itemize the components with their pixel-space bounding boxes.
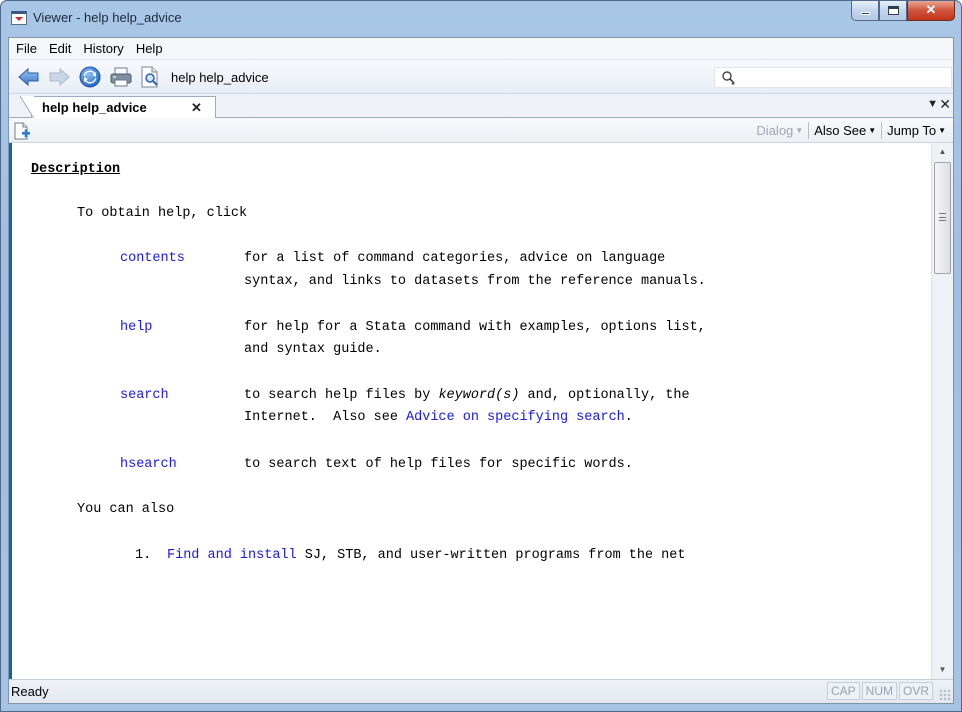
intro-text: To obtain help, click	[77, 206, 248, 221]
chevron-down-icon: ▼	[868, 126, 877, 135]
close-window-button[interactable]: ✕	[907, 1, 955, 21]
menu-file[interactable]: File	[10, 41, 43, 56]
also-intro-text: You can also	[77, 502, 175, 517]
minimize-button[interactable]	[851, 1, 879, 21]
contents-desc: for a list of command categories, advice…	[244, 251, 666, 266]
tab-help-help-advice[interactable]: help help_advice ✕	[20, 96, 216, 119]
jump-to-menu[interactable]: Jump To ▼	[882, 123, 951, 138]
chevron-down-icon: ▼	[795, 126, 804, 135]
key-indicators: CAP NUM OVR	[826, 682, 933, 700]
also-see-menu[interactable]: Also See ▼	[809, 123, 881, 138]
viewer-toolbar-menus: Dialog ▼ Also See ▼ Jump To ▼	[751, 122, 951, 139]
hsearch-desc: to search text of help files for specifi…	[244, 457, 633, 472]
maximize-button[interactable]	[879, 1, 907, 21]
tab-strip: help help_advice ✕ ▼ ✕	[9, 94, 953, 119]
numbered-item-text: SJ, STB, and user-written programs from …	[296, 548, 686, 563]
search-desc-cont-text: Internet. Also see	[244, 410, 407, 425]
help-document: Description To obtain help, click conten…	[9, 143, 931, 679]
dialog-menu[interactable]: Dialog ▼	[751, 123, 808, 138]
help-link[interactable]: help	[120, 320, 152, 335]
search-desc-text: to search help files by	[244, 388, 439, 403]
search-field[interactable]	[714, 67, 952, 88]
help-desc: for help for a Stata command with exampl…	[244, 320, 706, 335]
search-icon[interactable]	[721, 70, 737, 86]
tab-label: help help_advice	[42, 100, 147, 115]
title-bar[interactable]: Viewer - help help_advice ✕	[1, 1, 961, 37]
help-desc-cont: and syntax guide.	[244, 342, 382, 357]
grip-icon	[939, 213, 946, 221]
chevron-down-icon: ▼	[938, 126, 946, 135]
search-desc-cont: Internet. Also see Advice on specifying …	[244, 410, 633, 425]
numbered-item: Find and install SJ, STB, and user-writt…	[167, 548, 686, 563]
contents-link[interactable]: contents	[120, 251, 185, 266]
status-bar: Ready CAP NUM OVR	[9, 679, 953, 703]
menu-help[interactable]: Help	[130, 41, 169, 56]
menu-edit[interactable]: Edit	[43, 41, 77, 56]
overwrite-indicator: OVR	[898, 682, 933, 700]
tab-close-icon[interactable]: ✕	[191, 100, 202, 116]
search-desc-period: .	[624, 410, 633, 425]
search-desc: to search help files by keyword(s) and, …	[244, 388, 690, 403]
command-input[interactable]	[167, 66, 687, 88]
close-icon: ✕	[925, 2, 937, 17]
maximize-icon	[888, 6, 899, 15]
jump-to-menu-label: Jump To	[887, 123, 937, 138]
menu-history[interactable]: History	[77, 41, 129, 56]
menu-bar: File Edit History Help	[9, 38, 953, 60]
search-link[interactable]: search	[120, 388, 169, 403]
find-icon[interactable]	[139, 66, 161, 88]
back-arrow-icon[interactable]	[18, 66, 40, 88]
status-text: Ready	[11, 684, 49, 699]
scroll-up-icon[interactable]: ▲	[932, 143, 953, 161]
window-title: Viewer - help help_advice	[33, 10, 182, 25]
keyword-italic: keyword(s)	[438, 388, 520, 403]
app-icon[interactable]	[11, 11, 27, 25]
list-number: 1.	[135, 548, 152, 563]
section-heading: Description	[31, 162, 121, 177]
new-viewer-tab-icon[interactable]	[13, 122, 31, 140]
find-and-install-link[interactable]: Find and install	[167, 548, 297, 563]
also-see-menu-label: Also See	[814, 123, 867, 138]
num-lock-indicator: NUM	[861, 682, 897, 700]
vertical-scrollbar[interactable]: ▲ ▼	[931, 143, 953, 679]
hsearch-link[interactable]: hsearch	[120, 457, 177, 472]
window-controls: ✕	[851, 1, 955, 22]
minimize-icon	[861, 12, 870, 15]
scroll-down-icon[interactable]: ▼	[932, 661, 953, 679]
tab-list-dropdown-icon[interactable]: ▼	[927, 98, 938, 110]
close-tabs-icon[interactable]: ✕	[939, 96, 951, 113]
scroll-thumb[interactable]	[934, 162, 951, 274]
advice-search-link[interactable]: Advice on specifying search	[406, 410, 625, 425]
viewer-toolbar: Dialog ▼ Also See ▼ Jump To ▼	[9, 118, 953, 143]
main-toolbar	[9, 60, 953, 94]
viewer-window: Viewer - help help_advice ✕ File Edit Hi…	[0, 0, 962, 712]
contents-desc-cont: syntax, and links to datasets from the r…	[244, 274, 706, 289]
dialog-menu-label: Dialog	[756, 123, 794, 138]
refresh-icon[interactable]	[79, 66, 101, 88]
print-icon[interactable]	[110, 66, 132, 88]
resize-grip-icon[interactable]	[939, 689, 951, 701]
search-desc-text-end: and, optionally, the	[519, 388, 690, 403]
client-area: File Edit History Help help help_advice …	[8, 37, 954, 704]
forward-arrow-icon[interactable]	[48, 66, 70, 88]
caps-lock-indicator: CAP	[826, 682, 860, 700]
